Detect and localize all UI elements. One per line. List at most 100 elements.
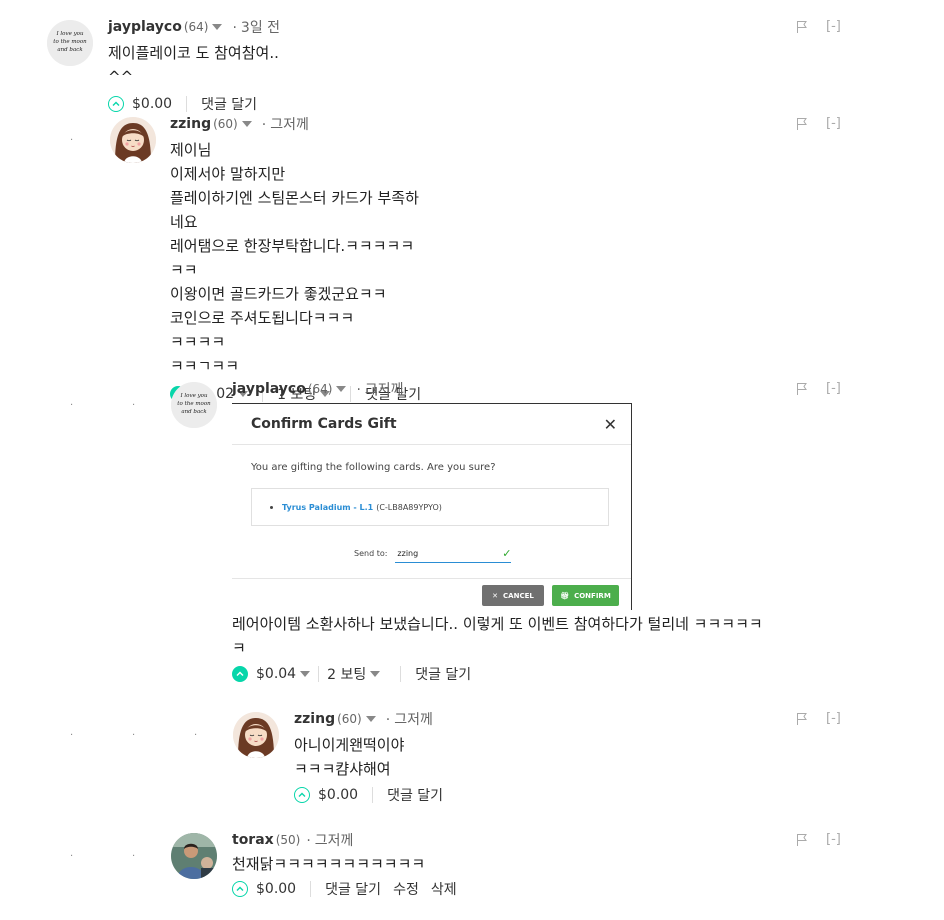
- author-name[interactable]: zzing: [294, 711, 335, 727]
- svg-text:to the moon: to the moon: [177, 401, 211, 407]
- check-icon: ✓: [502, 546, 512, 560]
- card-id: (C-LB8A89YPYO): [376, 502, 442, 512]
- girl-avatar-image: [110, 117, 156, 163]
- payout-value[interactable]: $0.00: [132, 96, 172, 112]
- avatar[interactable]: [110, 117, 156, 163]
- cancel-button: ✕ CANCEL: [482, 585, 544, 606]
- svg-text:I love you: I love you: [179, 393, 208, 399]
- chevron-down-icon[interactable]: [300, 671, 311, 677]
- photo-avatar-image: [171, 833, 217, 879]
- comment-line: 레어탬으로 한장부탁합니다.ㅋㅋㅋㅋㅋㅋㅋ: [170, 237, 415, 279]
- payout-value[interactable]: $0.04: [256, 666, 296, 682]
- voters-dropdown[interactable]: 2 보팅: [327, 664, 381, 684]
- comment-meta: jayplayco (64) 그저께: [232, 378, 404, 400]
- thread-indent: ·: [70, 730, 74, 741]
- collapse-toggle[interactable]: [-]: [826, 711, 841, 726]
- timestamp[interactable]: 그저께: [262, 114, 309, 134]
- chevron-down-icon[interactable]: [336, 386, 347, 392]
- send-to-value: zzing: [397, 548, 419, 558]
- comment-line: 이왕이면 골드카드가 좋겠군요ㅋㅋ: [170, 285, 387, 303]
- upvote-icon[interactable]: [294, 787, 310, 803]
- avatar[interactable]: [171, 833, 217, 879]
- comment-line: 제이님: [170, 141, 212, 159]
- comment-line: ㅋㅋㄱㅋㅋ: [170, 357, 240, 375]
- comment-line: ㅋ: [232, 639, 246, 657]
- flag-icon[interactable]: [796, 20, 808, 34]
- avatar[interactable]: I love you to the moon and back: [171, 382, 217, 428]
- flag-icon[interactable]: [796, 712, 808, 726]
- upvote-icon[interactable]: [232, 666, 248, 682]
- collapse-toggle[interactable]: [-]: [826, 381, 841, 396]
- comment-meta: torax (50) 그저께: [232, 829, 457, 851]
- thread-indent: ·: [70, 851, 74, 862]
- avatar[interactable]: I love you to the moon and back: [47, 20, 93, 66]
- reply-link[interactable]: 댓글 달기: [325, 879, 381, 899]
- comment-text: 레어아이템 소환사하나 보냈습니다.. 이렇게 또 이벤트 참여하다가 털리네 …: [232, 612, 842, 660]
- comment-line: 코인으로 주셔도됩니다ㅋㅋㅋ: [170, 309, 355, 327]
- chevron-down-icon[interactable]: [212, 24, 223, 30]
- thread-indent: ·: [194, 730, 198, 741]
- divider: [310, 881, 312, 897]
- author-name[interactable]: zzing: [170, 116, 211, 132]
- send-to-label: Send to:: [354, 549, 388, 558]
- comment-line: ㅋㅋㅋㅋ: [170, 333, 226, 351]
- bullet-icon: [270, 505, 273, 509]
- delete-link[interactable]: 삭제: [431, 879, 457, 899]
- flag-icon[interactable]: [796, 833, 808, 847]
- flag-icon[interactable]: [796, 382, 808, 396]
- reply-link[interactable]: 댓글 달기: [415, 664, 471, 684]
- quote-avatar-image: I love you to the moon and back: [171, 382, 217, 428]
- comment-meta: zzing (60) 그저께: [170, 113, 421, 135]
- chevron-down-icon[interactable]: [241, 121, 252, 127]
- svg-text:to the moon: to the moon: [53, 39, 87, 45]
- collapse-toggle[interactable]: [-]: [826, 19, 841, 34]
- edit-link[interactable]: 수정: [393, 879, 419, 899]
- comment-actions: $0.00 댓글 달기: [294, 783, 443, 807]
- author-name[interactable]: torax: [232, 832, 274, 848]
- divider: [372, 787, 374, 803]
- comment-line: 플레이하기엔 스팀몬스터 카드가 부족하네요: [170, 189, 419, 231]
- upvote-icon[interactable]: [232, 881, 248, 897]
- girl-avatar-image: [233, 712, 279, 758]
- timestamp[interactable]: 3일 전: [232, 17, 280, 37]
- comment-line: 제이플레이코 도 참여참여.. ^^: [108, 44, 284, 86]
- author-name[interactable]: jayplayco: [232, 381, 306, 397]
- payout-value[interactable]: $0.00: [256, 881, 296, 897]
- gift-icon: 🎁︎: [560, 591, 570, 600]
- divider: [186, 96, 188, 112]
- thread-indent: ·: [132, 730, 136, 741]
- timestamp[interactable]: 그저께: [356, 379, 404, 399]
- comment-line: ㅋㅋㅋ캼샤해여: [294, 760, 391, 778]
- collapse-toggle[interactable]: [-]: [826, 832, 841, 847]
- thread-indent: ·: [132, 851, 136, 862]
- comment-text: 제이플레이코 도 참여참여.. ^^: [108, 41, 280, 89]
- comment-meta: zzing (60) 그저께: [294, 708, 443, 730]
- modal-question: You are gifting the following cards. Are…: [251, 462, 496, 473]
- timestamp[interactable]: 그저께: [306, 830, 354, 850]
- close-icon: ✕: [492, 591, 499, 600]
- comment-actions: $0.00 댓글 달기 수정 삭제: [232, 877, 457, 901]
- comment-actions: $0.04 2 보팅 댓글 달기: [232, 662, 842, 686]
- reputation: (64): [307, 382, 333, 396]
- reputation: (64): [183, 20, 209, 34]
- reply-link[interactable]: 댓글 달기: [387, 785, 443, 805]
- comment-line: 천재닭ㅋㅋㅋㅋㅋㅋㅋㅋㅋㅋㅋ: [232, 855, 426, 873]
- collapse-toggle[interactable]: [-]: [826, 116, 841, 131]
- payout-value[interactable]: $0.00: [318, 787, 358, 803]
- comment-text: 제이님 이제서야 말하지만 플레이하기엔 스팀몬스터 카드가 부족하네요 레어탬…: [170, 138, 421, 378]
- upvote-icon[interactable]: [108, 96, 124, 112]
- send-to-field: zzing ✓: [395, 544, 512, 563]
- divider: [400, 666, 402, 682]
- flag-icon[interactable]: [796, 117, 808, 131]
- modal-footer-divider: [232, 578, 631, 579]
- timestamp[interactable]: 그저께: [386, 709, 433, 729]
- gift-confirm-screenshot: Confirm Cards Gift ✕ You are gifting the…: [232, 403, 632, 610]
- svg-text:I love you: I love you: [55, 31, 84, 37]
- avatar[interactable]: [233, 712, 279, 758]
- thread-indent: ·: [70, 400, 74, 411]
- svg-text:and back: and back: [57, 47, 83, 53]
- author-name[interactable]: jayplayco: [108, 19, 182, 35]
- chevron-down-icon[interactable]: [365, 716, 376, 722]
- reply-link[interactable]: 댓글 달기: [201, 94, 257, 114]
- reputation: (60): [337, 712, 362, 726]
